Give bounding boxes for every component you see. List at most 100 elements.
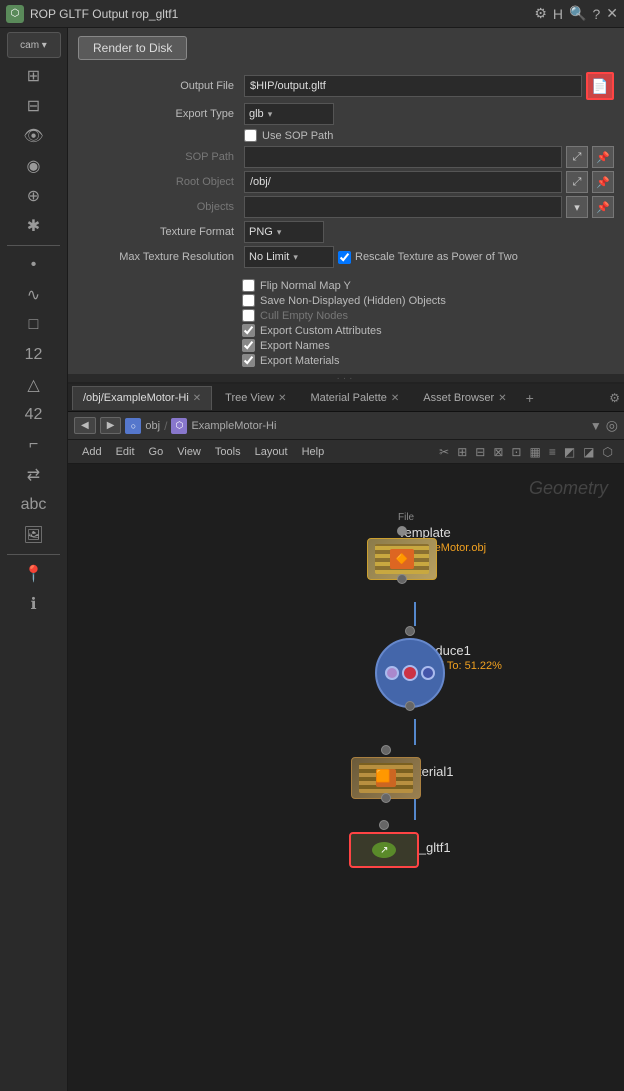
tab-asset-browser[interactable]: Asset Browser ✕ (412, 386, 517, 410)
flip-normal-checkbox[interactable] (242, 279, 255, 292)
nav-back-button[interactable]: ◀ (74, 417, 96, 434)
material-box[interactable]: 🟧 (351, 757, 421, 799)
tab-close-icon-4[interactable]: ✕ (498, 393, 506, 404)
sidebar-icon-square[interactable]: □ (19, 311, 49, 339)
toolbar-layout-icon[interactable]: ◎ (606, 417, 618, 434)
sidebar-icon-3[interactable]: ◉ (19, 152, 49, 180)
sidebar-icon-dot[interactable]: • (19, 251, 49, 279)
toolbar-icon-8[interactable]: ◩ (561, 445, 578, 459)
sidebar-icon-num12[interactable]: 12 (19, 341, 49, 369)
toolbar-expand-icon[interactable]: ▼ (590, 419, 602, 433)
root-object-pin-btn[interactable]: 📌 (592, 171, 614, 193)
sidebar-icon-tri[interactable]: △ (19, 371, 49, 399)
panel-resize-handle[interactable]: ··· (68, 374, 624, 382)
polyreduce-box[interactable] (375, 638, 445, 708)
cam-button[interactable]: cam ▾ (7, 32, 61, 58)
breadcrumb-scene[interactable]: ExampleMotor-Hi (191, 420, 276, 432)
use-sop-path-label: Use SOP Path (262, 130, 333, 142)
objects-input[interactable] (244, 196, 562, 218)
output-file-input[interactable] (244, 75, 582, 97)
export-custom-checkbox[interactable] (242, 324, 255, 337)
question-icon[interactable]: ? (592, 6, 600, 22)
tab-close-icon-3[interactable]: ✕ (391, 393, 399, 404)
sidebar-icon-abc[interactable]: abc (19, 491, 49, 519)
poly-ring-3 (421, 666, 435, 680)
sidebar-icon-2[interactable]: ⊟ (19, 92, 49, 120)
toolbar-icon-6[interactable]: ▦ (526, 445, 543, 459)
toolbar-icon-5[interactable]: ⊡ (508, 445, 524, 459)
max-texture-res-select[interactable]: No Limit ▾ (244, 246, 334, 268)
cull-empty-checkbox[interactable] (242, 309, 255, 322)
toolbar-icon-9[interactable]: ◪ (580, 445, 597, 459)
settings-icon[interactable]: ⚙ (534, 5, 547, 22)
content-area: Render to Disk Output File 📄 Export Type… (68, 28, 624, 1091)
rop-gltf-inner: ↗ (351, 834, 417, 866)
sidebar-icon-1[interactable]: ⊞ (19, 62, 49, 90)
tab-tree-view[interactable]: Tree View ✕ (214, 386, 297, 410)
menu-view[interactable]: View (171, 446, 207, 458)
tab-close-icon-2[interactable]: ✕ (278, 393, 286, 404)
export-type-row: glb ▾ (244, 103, 614, 125)
texture-format-select[interactable]: PNG ▾ (244, 221, 324, 243)
sidebar-icon-img[interactable]: 🖼 (19, 521, 49, 549)
toolbar-icon-3[interactable]: ⊟ (472, 445, 488, 459)
tab-close-icon-1[interactable]: ✕ (193, 393, 201, 404)
use-sop-path-checkbox[interactable] (244, 129, 257, 142)
help-h-icon[interactable]: H (553, 6, 563, 22)
export-materials-checkbox[interactable] (242, 354, 255, 367)
menu-help[interactable]: Help (296, 446, 331, 458)
root-object-input[interactable] (244, 171, 562, 193)
sidebar-icon-eye[interactable]: 👁 (19, 122, 49, 150)
rop-gltf-box[interactable]: ↗ (349, 832, 419, 868)
objects-pin-btn[interactable]: 📌 (592, 196, 614, 218)
sidebar-icon-5[interactable]: ✱ (19, 212, 49, 240)
toolbar-icon-7[interactable]: ≡ (546, 445, 559, 459)
toolbar-icon-2[interactable]: ⊞ (454, 445, 470, 459)
sidebar-icon-curve[interactable]: ∿ (19, 281, 49, 309)
sidebar-icon-42[interactable]: 42 (19, 401, 49, 429)
root-object-browse-btn[interactable]: ⤢ (566, 171, 588, 193)
menu-go[interactable]: Go (143, 446, 170, 458)
render-to-disk-button[interactable]: Render to Disk (78, 36, 187, 60)
search-icon[interactable]: 🔍 (569, 5, 586, 22)
menu-edit[interactable]: Edit (110, 446, 141, 458)
sop-path-input[interactable] (244, 146, 562, 168)
texture-format-arrow-icon: ▾ (277, 227, 282, 238)
objects-dropdown-btn[interactable]: ▾ (566, 196, 588, 218)
polyreduce-inner (377, 640, 443, 706)
rescale-checkbox[interactable] (338, 251, 351, 264)
menu-tools[interactable]: Tools (209, 446, 247, 458)
export-names-checkbox[interactable] (242, 339, 255, 352)
sidebar-icon-bracket[interactable]: ⌐ (19, 431, 49, 459)
menu-add[interactable]: Add (76, 446, 108, 458)
nav-forward-button[interactable]: ▶ (100, 417, 122, 434)
sop-path-pin-btn[interactable]: 📌 (592, 146, 614, 168)
sidebar-icon-info[interactable]: ℹ (19, 590, 49, 618)
toolbar-icon-10[interactable]: ⬡ (600, 445, 616, 459)
close-icon[interactable]: ✕ (606, 5, 618, 22)
node-rop-gltf1[interactable]: ↗ rop_gltf1 (318, 820, 451, 855)
sidebar-icon-arrow[interactable]: ⇄ (19, 461, 49, 489)
add-tab-button[interactable]: + (520, 390, 540, 406)
file-template-box[interactable]: 🔶 (367, 538, 437, 580)
toolbar-icon-4[interactable]: ⊠ (490, 445, 506, 459)
tab-settings-icon[interactable]: ⚙ (609, 391, 620, 405)
scene-icon: ⬡ (171, 418, 187, 434)
node-polyreduce1[interactable]: polyreduce1 Reduced To: 51.22% (318, 626, 502, 672)
tab-example-motor[interactable]: /obj/ExampleMotor-Hi ✕ (72, 386, 212, 410)
node-file-template[interactable]: 🔶 File Template ExampleMotor.obj (318, 526, 486, 554)
node-material1[interactable]: 🟧 material1 (318, 745, 453, 779)
sidebar-icon-pin[interactable]: 📍 (19, 560, 49, 588)
export-type-select[interactable]: glb ▾ (244, 103, 334, 125)
tab-material-palette[interactable]: Material Palette ✕ (299, 386, 410, 410)
toolbar-icon-1[interactable]: ✂ (436, 445, 452, 459)
node-canvas[interactable]: Geometry 🔶 (68, 464, 624, 1091)
breadcrumb-obj[interactable]: obj (145, 420, 160, 432)
menu-layout[interactable]: Layout (249, 446, 294, 458)
save-hidden-checkbox[interactable] (242, 294, 255, 307)
geometry-label: Geometry (529, 478, 608, 499)
sop-path-browse-btn[interactable]: ⤢ (566, 146, 588, 168)
sidebar-icon-4[interactable]: ⊕ (19, 182, 49, 210)
app-icon: ⬡ (6, 5, 24, 23)
output-file-browse-button[interactable]: 📄 (586, 72, 614, 100)
